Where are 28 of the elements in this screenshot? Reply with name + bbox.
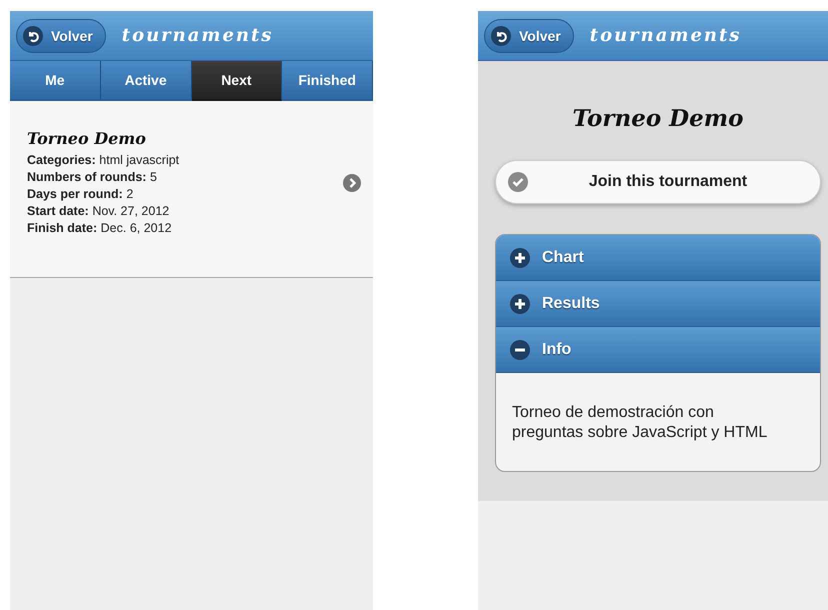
tournament-title: Torneo Demo bbox=[27, 129, 147, 148]
check-icon bbox=[508, 172, 528, 192]
tournament-title: Torneo Demo bbox=[572, 105, 744, 132]
section-text: Torneo de demostración con preguntas sobre JavaScript y HTML bbox=[511, 403, 768, 443]
tab[interactable]: Finished bbox=[282, 61, 373, 101]
detail-line: Finish date: Dec. 6, 2012 bbox=[27, 220, 173, 237]
detail-line: Categories: html javascript bbox=[27, 152, 180, 169]
detail-line: Days per round: 2 bbox=[27, 186, 134, 203]
section-header[interactable]: Results bbox=[496, 281, 820, 327]
join-button[interactable]: Join this tournament bbox=[495, 160, 821, 204]
section-header[interactable]: Chart bbox=[496, 235, 820, 281]
tab[interactable]: Next bbox=[192, 61, 282, 101]
tournament-list-item[interactable]: Torneo Demo Categories: html javascript Numbers of rounds: 5 Days per round: 2 Start date: Nov. 27, 2012 Finish date: Dec. 6, 2012 bbox=[10, 101, 373, 278]
back-button[interactable]: Volver bbox=[16, 18, 106, 52]
back-icon bbox=[491, 26, 511, 46]
detail-line: Numbers of rounds: 5 bbox=[27, 169, 158, 186]
plus-icon bbox=[510, 248, 530, 268]
back-icon bbox=[23, 26, 43, 46]
detail-line: Start date: Nov. 27, 2012 bbox=[27, 203, 170, 220]
chevron-right-icon bbox=[343, 174, 361, 192]
plus-icon bbox=[510, 294, 530, 314]
minus-icon bbox=[510, 340, 530, 360]
tab[interactable]: Me bbox=[10, 61, 101, 101]
back-button[interactable]: Volver bbox=[484, 18, 574, 52]
section-header[interactable]: Info bbox=[496, 327, 820, 373]
app-title: tournaments bbox=[122, 25, 274, 46]
tab[interactable]: Active bbox=[100, 61, 192, 101]
app-title: tournaments bbox=[590, 25, 742, 46]
